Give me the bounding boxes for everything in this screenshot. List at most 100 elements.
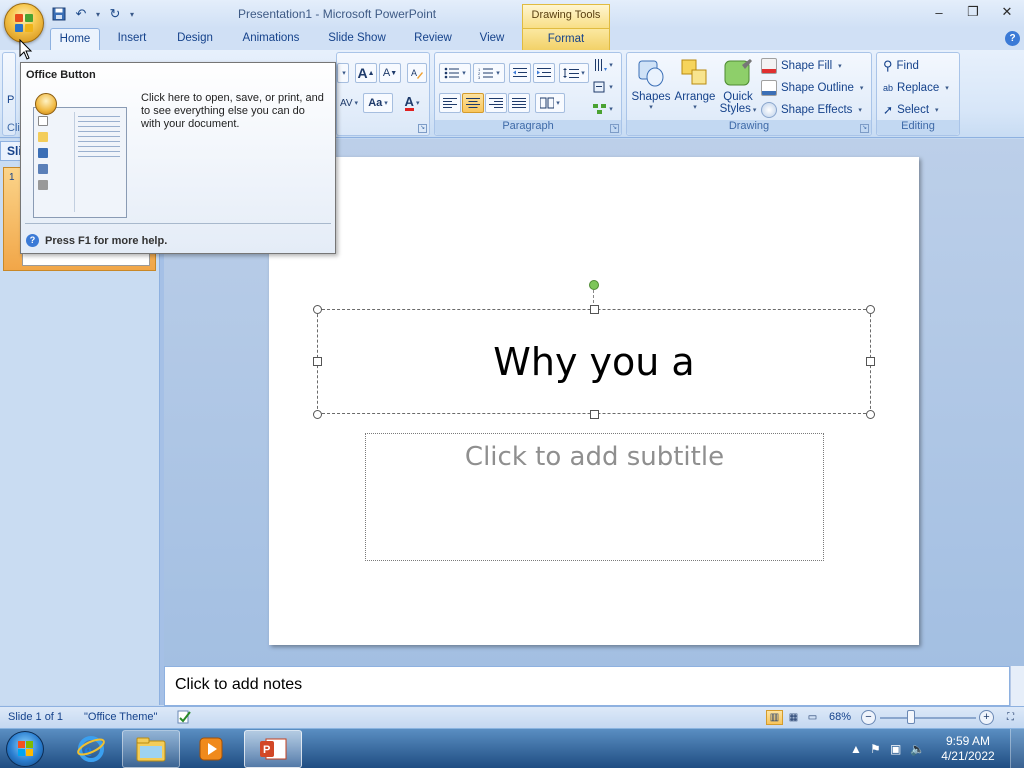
- redo-icon[interactable]: ↻: [106, 5, 124, 23]
- start-button[interactable]: [6, 731, 44, 767]
- arrange-button[interactable]: Arrange ▾: [673, 55, 717, 119]
- text-direction-icon[interactable]: ▾: [591, 55, 615, 75]
- convert-to-smartart-icon[interactable]: ▾: [591, 99, 615, 119]
- theme-name[interactable]: "Office Theme": [84, 711, 157, 723]
- shape-effects-label: Shape Effects: [781, 104, 853, 116]
- shape-effects-button[interactable]: Shape Effects ▾: [761, 100, 862, 120]
- slide-show-view-icon[interactable]: ▭: [804, 710, 821, 725]
- clear-formatting-icon[interactable]: A: [407, 63, 427, 83]
- font-dialog-launcher[interactable]: ↘: [418, 124, 427, 133]
- paragraph-dialog-launcher[interactable]: ↘: [610, 124, 619, 133]
- notes-pane[interactable]: Click to add notes: [164, 666, 1010, 706]
- character-spacing-icon[interactable]: AV ▾: [339, 93, 359, 113]
- align-right-icon[interactable]: [485, 93, 507, 113]
- tab-review[interactable]: Review: [406, 28, 460, 50]
- zoom-in-icon[interactable]: +: [979, 710, 994, 725]
- slide-counter: Slide 1 of 1: [8, 711, 64, 723]
- line-spacing-icon[interactable]: ▾: [559, 63, 589, 83]
- network-icon[interactable]: ▣: [890, 742, 901, 756]
- drawing-dialog-launcher[interactable]: ↘: [860, 124, 869, 133]
- minimize-button[interactable]: –: [922, 0, 956, 24]
- action-center-icon[interactable]: ⚑: [870, 742, 881, 756]
- svg-text:3: 3: [478, 75, 481, 79]
- resize-handle-left[interactable]: [313, 357, 322, 366]
- tooltip-description: Click here to open, save, or print, and …: [141, 92, 324, 130]
- align-text-icon[interactable]: ▾: [591, 77, 615, 97]
- decrease-indent-icon[interactable]: [509, 63, 531, 83]
- resize-handle-bottom[interactable]: [590, 410, 599, 419]
- clock[interactable]: 9:59 AM 4/21/2022: [938, 734, 998, 764]
- clock-time: 9:59 AM: [945, 734, 991, 748]
- grow-font-button[interactable]: A ▲: [355, 63, 377, 83]
- tab-view[interactable]: View: [470, 28, 514, 50]
- quick-access-toolbar: ↶ ▾ ↻ ▾: [50, 4, 136, 24]
- customize-toolbar-icon[interactable]: ▾: [128, 5, 136, 23]
- find-button[interactable]: ⚲ Find: [883, 56, 919, 76]
- tab-animations[interactable]: Animations: [234, 28, 308, 50]
- undo-icon[interactable]: ↶: [72, 5, 90, 23]
- tab-format[interactable]: Format: [522, 28, 610, 50]
- resize-handle-top-right[interactable]: [866, 305, 875, 314]
- office-menu-preview-image: [33, 93, 128, 218]
- shape-fill-button[interactable]: Shape Fill ▾: [761, 56, 842, 76]
- replace-button[interactable]: ab Replace ▾: [883, 78, 949, 98]
- subtitle-placeholder-text[interactable]: Click to add subtitle: [366, 442, 823, 472]
- shrink-font-button[interactable]: A ▼: [379, 63, 401, 83]
- normal-view-icon[interactable]: ▥: [766, 710, 783, 725]
- volume-icon[interactable]: 🔈: [910, 742, 925, 756]
- tab-home[interactable]: Home: [50, 28, 100, 50]
- fit-to-window-icon[interactable]: ⛶: [1002, 710, 1019, 725]
- bullets-icon[interactable]: ▾: [439, 63, 471, 83]
- slide-title-text[interactable]: Why you a: [318, 340, 870, 384]
- select-button[interactable]: ➚ Select ▾: [883, 100, 939, 120]
- close-button[interactable]: ✕: [990, 0, 1024, 24]
- rotation-handle[interactable]: [589, 280, 599, 290]
- title-placeholder[interactable]: Why you a: [317, 309, 871, 414]
- binoculars-icon: ⚲: [883, 58, 893, 73]
- resize-handle-right[interactable]: [866, 357, 875, 366]
- save-icon[interactable]: [50, 5, 68, 23]
- zoom-out-icon[interactable]: −: [861, 710, 876, 725]
- slide-sorter-icon[interactable]: ▦: [785, 710, 802, 725]
- internet-explorer-icon[interactable]: e: [62, 730, 120, 768]
- maximize-button[interactable]: ❐: [956, 0, 990, 24]
- font-size-dropdown[interactable]: ▾: [337, 63, 349, 83]
- font-color-button[interactable]: A ▾: [397, 93, 427, 113]
- media-player-icon[interactable]: [182, 730, 240, 768]
- notes-placeholder[interactable]: Click to add notes: [175, 676, 302, 694]
- columns-icon[interactable]: ▾: [535, 93, 565, 113]
- zoom-level[interactable]: 68%: [829, 711, 851, 723]
- tab-design[interactable]: Design: [168, 28, 222, 50]
- drawing-group-label: Drawing: [627, 120, 871, 135]
- office-button[interactable]: [4, 3, 44, 43]
- ribbon-tabs: Home Insert Design Animations Slide Show…: [0, 28, 1024, 50]
- tab-insert[interactable]: Insert: [108, 28, 156, 50]
- quick-styles-button[interactable]: Quick Styles ▾: [719, 55, 757, 119]
- zoom-slider-thumb[interactable]: [906, 710, 915, 724]
- align-left-icon[interactable]: [439, 93, 461, 113]
- change-case-label: Aa: [368, 97, 383, 109]
- notes-scrollbar[interactable]: [1010, 666, 1024, 706]
- office-menu-preview: [33, 107, 127, 218]
- justify-icon[interactable]: [508, 93, 530, 113]
- zoom-slider[interactable]: [880, 717, 976, 719]
- spell-check-icon[interactable]: [176, 709, 192, 728]
- resize-handle-bottom-left[interactable]: [313, 410, 322, 419]
- tab-slide-show[interactable]: Slide Show: [320, 28, 394, 50]
- resize-handle-top[interactable]: [590, 305, 599, 314]
- increase-indent-icon[interactable]: [533, 63, 555, 83]
- shape-outline-button[interactable]: Shape Outline ▾: [761, 78, 863, 98]
- powerpoint-icon[interactable]: P: [244, 730, 302, 768]
- subtitle-placeholder[interactable]: Click to add subtitle: [365, 433, 824, 561]
- file-explorer-icon[interactable]: [122, 730, 180, 768]
- numbering-icon[interactable]: 1 2 3 ▾: [473, 63, 505, 83]
- resize-handle-bottom-right[interactable]: [866, 410, 875, 419]
- shapes-button[interactable]: Shapes ▾: [631, 55, 671, 119]
- undo-dropdown-icon[interactable]: ▾: [94, 5, 102, 23]
- align-center-icon[interactable]: [462, 93, 484, 113]
- show-desktop-button[interactable]: [1010, 729, 1024, 768]
- show-hidden-icons-icon[interactable]: ▲: [850, 742, 862, 756]
- resize-handle-top-left[interactable]: [313, 305, 322, 314]
- change-case-button[interactable]: Aa ▾: [363, 93, 393, 113]
- help-icon[interactable]: ?: [1005, 31, 1020, 46]
